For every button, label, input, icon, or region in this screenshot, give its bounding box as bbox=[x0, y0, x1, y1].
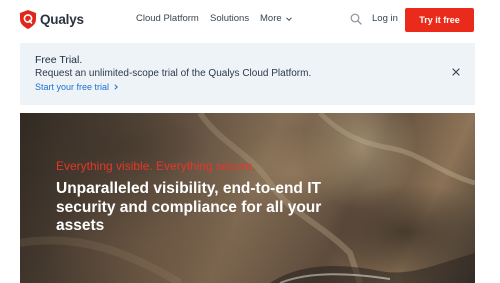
hero-headline: Unparalleled visibility, end-to-end IT s… bbox=[56, 180, 322, 234]
close-icon[interactable] bbox=[451, 67, 461, 77]
login-link[interactable]: Log in bbox=[372, 13, 398, 24]
site-header: Qualys Cloud Platform Solutions More Log… bbox=[0, 0, 500, 40]
nav-cloud-platform[interactable]: Cloud Platform bbox=[136, 13, 199, 24]
chevron-right-icon bbox=[114, 84, 118, 90]
qualys-logo[interactable]: Qualys bbox=[20, 10, 84, 29]
banner-title: Free Trial. bbox=[35, 54, 83, 66]
banner-text: Request an unlimited-scope trial of the … bbox=[35, 68, 312, 79]
hero-tagline: Everything visible. Everything secure. bbox=[56, 159, 256, 173]
start-free-trial-link[interactable]: Start your free trial bbox=[35, 82, 119, 92]
nav-solutions[interactable]: Solutions bbox=[210, 13, 249, 24]
nav-more[interactable]: More bbox=[260, 13, 292, 24]
nav-more-label: More bbox=[260, 13, 282, 24]
try-it-free-button[interactable]: Try it free bbox=[405, 8, 474, 32]
free-trial-banner: Free Trial. Request an unlimited-scope t… bbox=[20, 43, 475, 105]
qualys-shield-icon bbox=[20, 10, 36, 29]
search-icon[interactable] bbox=[350, 13, 362, 25]
hero-section: Everything visible. Everything secure. U… bbox=[20, 113, 475, 283]
start-free-trial-label: Start your free trial bbox=[35, 82, 110, 92]
logo-text: Qualys bbox=[40, 12, 84, 27]
chevron-down-icon bbox=[285, 16, 292, 21]
